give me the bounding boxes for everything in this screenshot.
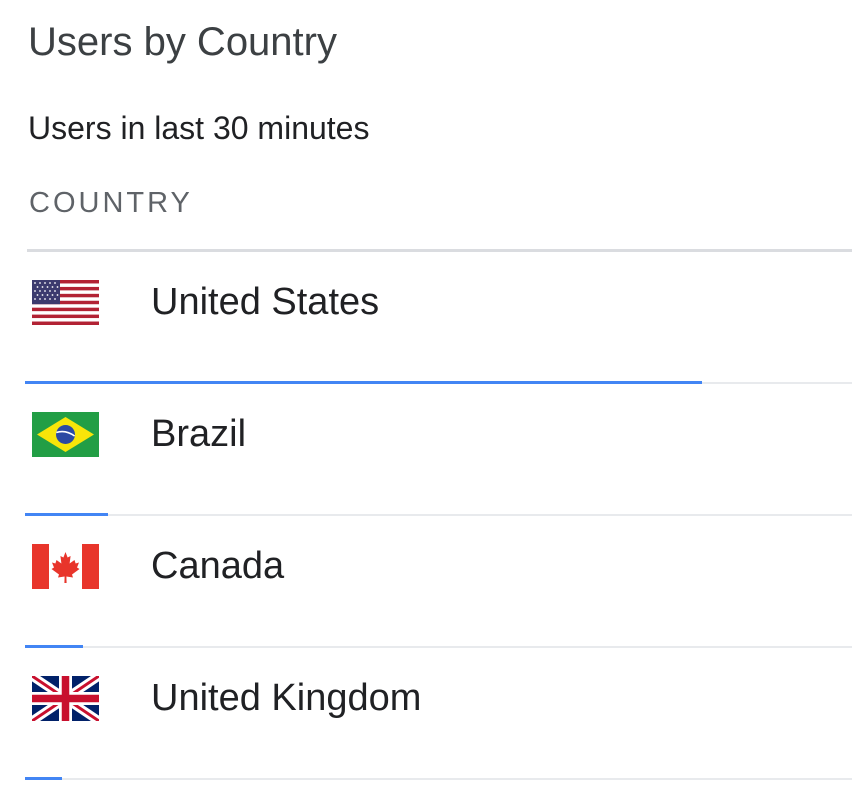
card-subtitle: Users in last 30 minutes xyxy=(28,110,370,146)
card-title: Users by Country xyxy=(28,20,337,64)
country-name: United States xyxy=(151,281,380,323)
canada-flag-icon xyxy=(32,544,99,589)
uk-flag-icon xyxy=(32,676,99,721)
users-by-country-card: Users by Country Users in last 30 minute… xyxy=(0,0,852,807)
country-name: United Kingdom xyxy=(151,677,422,719)
country-row-united-states[interactable]: United States xyxy=(0,252,852,384)
country-row-canada[interactable]: Canada xyxy=(0,516,852,648)
country-name: Canada xyxy=(151,545,285,587)
column-header-country: COUNTRY xyxy=(29,187,193,219)
share-bar xyxy=(25,777,62,780)
brazil-flag-icon xyxy=(32,412,99,457)
row-divider xyxy=(27,778,852,780)
us-flag-icon xyxy=(32,280,99,325)
country-name: Brazil xyxy=(151,413,247,455)
country-row-united-kingdom[interactable]: United Kingdom xyxy=(0,648,852,780)
country-row-brazil[interactable]: Brazil xyxy=(0,384,852,516)
country-list: United States Brazil Canada United Kingd… xyxy=(0,252,852,780)
